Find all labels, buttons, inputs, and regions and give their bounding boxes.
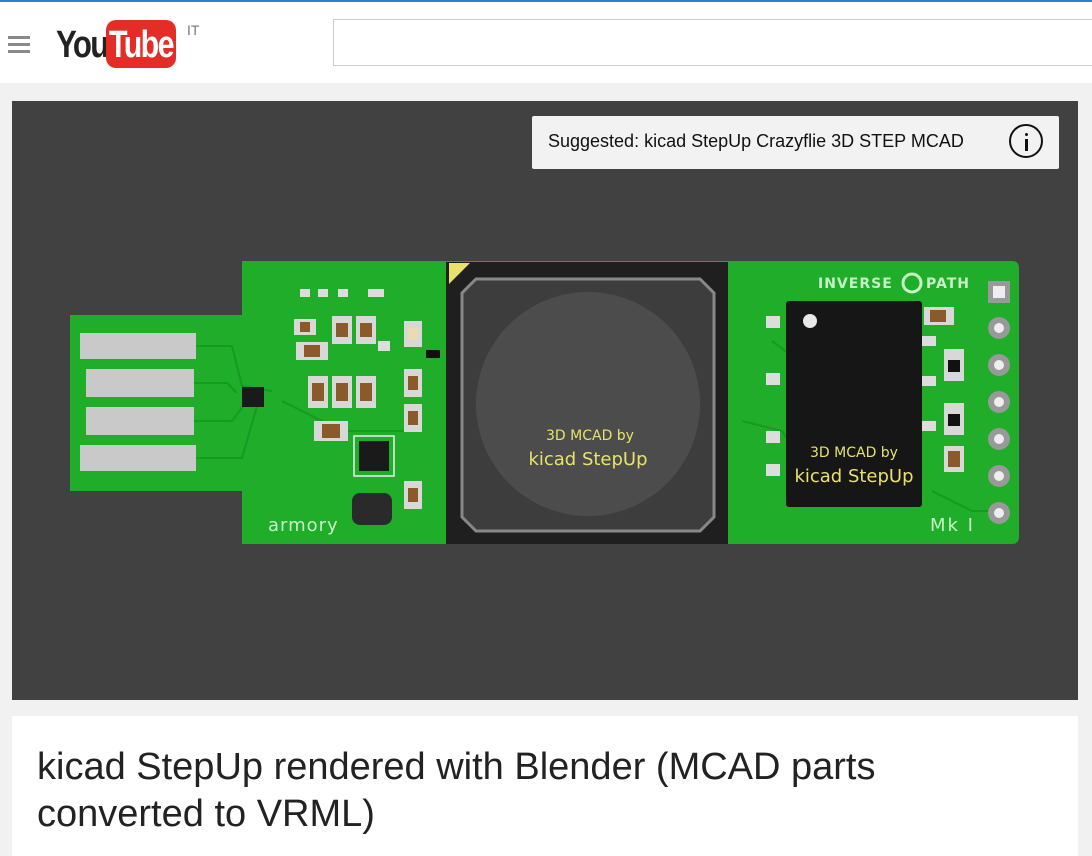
youtube-logo[interactable]: You Tube [56,20,180,70]
video-player[interactable]: 3D MCAD by kicad StepUp 3D MCAD by kicad… [12,101,1078,700]
masthead: You Tube IT [0,2,1092,83]
video-title: kicad StepUp rendered with Blender (MCAD… [37,746,876,835]
suggested-video-card[interactable]: Suggested: kicad StepUp Crazyflie 3D STE… [532,116,1059,169]
logo-you-text: You [56,24,109,66]
ic-small [242,387,264,407]
small-chip-label-1: 3D MCAD by [810,445,898,461]
usb-contact [80,445,196,471]
big-chip-circle [476,292,700,516]
big-chip-label-1: 3D MCAD by [546,428,634,444]
usb-contact [86,369,194,397]
inductor [352,493,392,525]
info-icon[interactable] [1009,124,1043,158]
small-chip-label-2: kicad StepUp [794,466,913,487]
search-input[interactable] [333,19,1092,66]
ic-qfn [359,441,389,471]
big-chip-label-2: kicad StepUp [528,449,647,470]
hamburger-menu-icon[interactable] [8,36,30,53]
silk-rev: Mk I [930,515,975,536]
video-info-card: kicad StepUp rendered with Blender (MCAD… [12,716,1078,856]
silk-path: PATH [926,276,970,292]
silk-inverse: INVERSE [818,276,893,292]
country-code: IT [187,22,200,38]
suggested-video-text: Suggested: kicad StepUp Crazyflie 3D STE… [548,131,964,151]
usb-contact [86,407,194,435]
usb-contact [80,333,196,359]
video-frame: 3D MCAD by kicad StepUp 3D MCAD by kicad… [70,261,1019,544]
silk-armory: armory [268,515,339,536]
small-chip-pin1 [803,314,817,328]
logo-tube-text: Tube [109,24,175,66]
